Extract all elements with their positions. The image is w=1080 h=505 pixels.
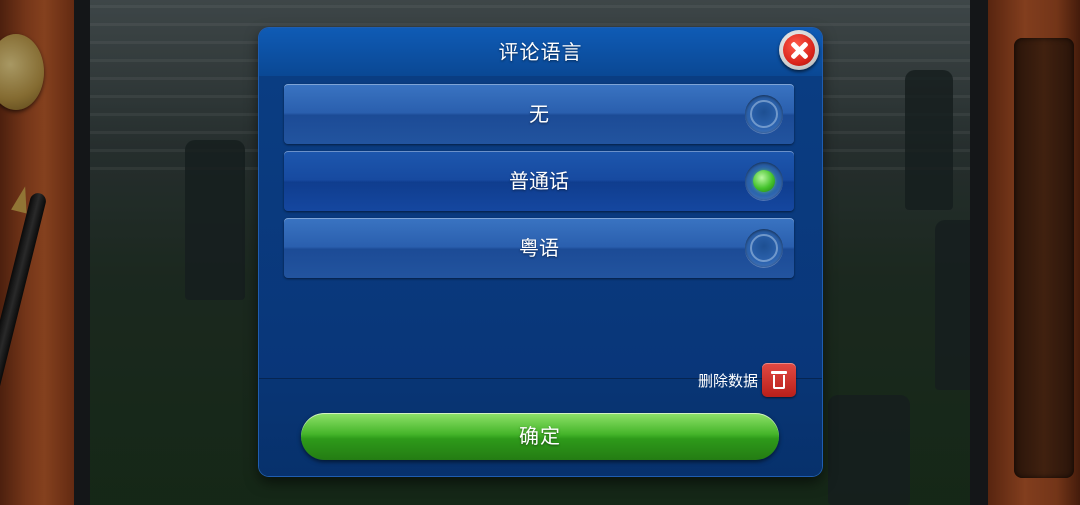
commentary-language-dialog: 评论语言 无 普通话 粤语 xyxy=(259,28,822,476)
radio-selected-dot xyxy=(753,170,775,192)
trash-icon xyxy=(771,371,787,374)
delete-data-button[interactable] xyxy=(762,363,796,397)
confirm-button-label: 确定 xyxy=(519,424,561,448)
confirm-button[interactable]: 确定 xyxy=(301,413,779,460)
dialog-header: 评论语言 xyxy=(259,28,822,77)
trash-icon-body xyxy=(773,375,785,389)
language-option-list: 无 普通话 粤语 xyxy=(259,76,822,379)
radio-selected-icon[interactable] xyxy=(745,162,783,200)
option-mandarin[interactable]: 普通话 xyxy=(284,151,794,211)
close-button[interactable] xyxy=(779,30,819,70)
dialog-title: 评论语言 xyxy=(498,40,583,64)
option-label: 无 xyxy=(529,102,549,126)
radio-ring xyxy=(750,234,778,262)
radio-unselected-icon[interactable] xyxy=(745,95,783,133)
option-label: 普通话 xyxy=(509,169,569,193)
radio-unselected-icon[interactable] xyxy=(745,229,783,267)
radio-ring xyxy=(750,100,778,128)
option-label: 粤语 xyxy=(519,236,559,260)
option-cantonese[interactable]: 粤语 xyxy=(284,218,794,278)
delete-data-label[interactable]: 删除数据 xyxy=(672,370,758,392)
option-none[interactable]: 无 xyxy=(284,84,794,144)
close-icon xyxy=(783,34,815,66)
